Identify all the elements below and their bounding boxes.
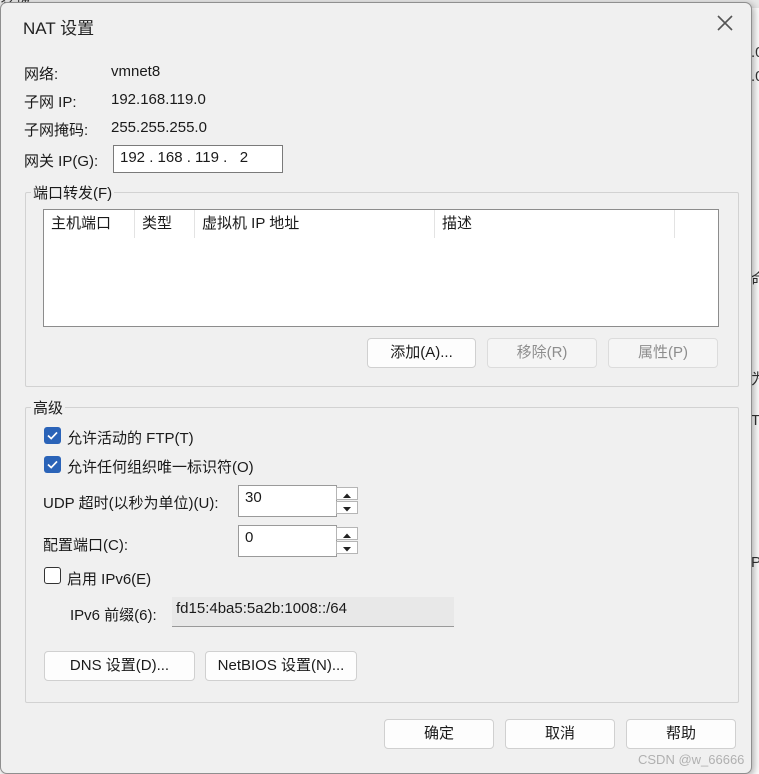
network-label: 网络: bbox=[24, 66, 59, 83]
up-arrow-icon bbox=[343, 533, 351, 538]
down-arrow-icon bbox=[343, 547, 351, 552]
config-port-label: 配置端口(C): bbox=[43, 537, 128, 554]
allow-oui-checkbox[interactable] bbox=[44, 456, 61, 473]
background-right-text: 命 bbox=[751, 271, 759, 288]
remove-button[interactable]: 移除(R) bbox=[487, 338, 597, 368]
ipv6-prefix-field: fd15:4ba5:5a2b:1008::/64 bbox=[172, 597, 454, 627]
udp-timeout-stepper[interactable] bbox=[336, 486, 360, 516]
subnet-mask-label: 子网掩码: bbox=[24, 122, 89, 139]
ipv6-prefix-label: IPv6 前缀(6): bbox=[70, 607, 157, 624]
help-button[interactable]: 帮助 bbox=[626, 719, 736, 749]
column-header-type[interactable]: 类型 bbox=[135, 210, 195, 238]
gateway-ip-label: 网关 IP(G): bbox=[24, 153, 99, 170]
cancel-button[interactable]: 取消 bbox=[505, 719, 615, 749]
dns-settings-button[interactable]: DNS 设置(D)... bbox=[44, 651, 195, 681]
enable-ipv6-checkbox[interactable] bbox=[44, 567, 61, 584]
config-port-stepper[interactable] bbox=[336, 526, 360, 556]
nat-settings-dialog: NAT 设置 网络: vmnet8 子网 IP: 192.168.119.0 子… bbox=[0, 2, 752, 774]
close-icon[interactable] bbox=[713, 11, 737, 35]
ok-button[interactable]: 确定 bbox=[384, 719, 494, 749]
properties-button[interactable]: 属性(P) bbox=[608, 338, 718, 368]
column-header-vm-ip[interactable]: 虚拟机 IP 地址 bbox=[195, 210, 435, 238]
add-button[interactable]: 添加(A)... bbox=[367, 338, 476, 368]
checkmark-icon bbox=[47, 460, 58, 469]
gateway-ip-input[interactable]: 192 . 168 . 119 . 2 bbox=[113, 145, 283, 173]
up-arrow-icon bbox=[343, 493, 351, 498]
udp-timeout-increment[interactable] bbox=[336, 487, 358, 500]
dialog-title: NAT 设置 bbox=[23, 19, 95, 38]
udp-timeout-decrement[interactable] bbox=[336, 501, 358, 514]
udp-timeout-label: UDP 超时(以秒为单位)(U): bbox=[43, 495, 219, 512]
advanced-group-title: 高级 bbox=[31, 397, 66, 418]
column-header-description[interactable]: 描述 bbox=[435, 210, 675, 238]
subnet-ip-label: 子网 IP: bbox=[24, 94, 77, 111]
port-forwarding-table[interactable]: 主机端口 类型 虚拟机 IP 地址 描述 bbox=[43, 209, 719, 327]
network-value: vmnet8 bbox=[111, 63, 161, 80]
title-bar[interactable]: NAT 设置 bbox=[1, 3, 751, 43]
enable-ipv6-label[interactable]: 启用 IPv6(E) bbox=[67, 568, 151, 589]
allow-ftp-checkbox[interactable] bbox=[44, 427, 61, 444]
column-header-host-port[interactable]: 主机端口 bbox=[44, 210, 135, 238]
watermark-text: CSDN @w_66666 bbox=[638, 752, 745, 767]
background-right-text: .0 bbox=[751, 44, 759, 61]
port-forwarding-group-title: 端口转发(F) bbox=[31, 182, 115, 203]
config-port-decrement[interactable] bbox=[336, 541, 358, 554]
config-port-input[interactable]: 0 bbox=[238, 525, 337, 557]
allow-ftp-label[interactable]: 允许活动的 FTP(T) bbox=[67, 427, 194, 448]
background-right-text: T bbox=[751, 412, 759, 429]
allow-oui-label[interactable]: 允许任何组织唯一标识符(O) bbox=[67, 456, 254, 477]
down-arrow-icon bbox=[343, 507, 351, 512]
subnet-mask-value: 255.255.255.0 bbox=[111, 119, 207, 136]
background-right-text: P bbox=[751, 554, 759, 571]
checkmark-icon bbox=[47, 431, 58, 440]
netbios-settings-button[interactable]: NetBIOS 设置(N)... bbox=[205, 651, 357, 681]
background-right-text: 为 bbox=[751, 371, 759, 388]
config-port-increment[interactable] bbox=[336, 527, 358, 540]
background-right-text: .0 bbox=[751, 68, 759, 85]
subnet-ip-value: 192.168.119.0 bbox=[111, 91, 206, 108]
udp-timeout-input[interactable]: 30 bbox=[238, 485, 337, 517]
